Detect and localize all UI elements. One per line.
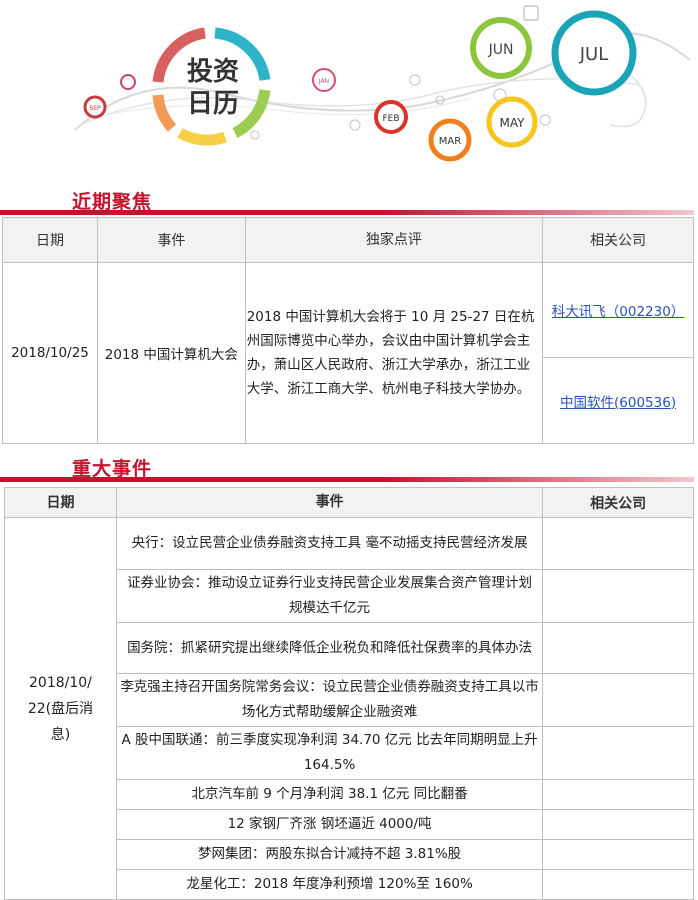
major-date-line: 2018/10/ xyxy=(29,674,92,691)
company-cell xyxy=(542,839,694,870)
company-cell: 科大讯飞（002230） xyxy=(542,262,694,358)
company-cell: 中国软件(600536) xyxy=(542,357,694,444)
svg-text:MAR: MAR xyxy=(439,136,461,147)
company-cell xyxy=(542,809,694,840)
event-cell: 北京汽车前 9 个月净利润 38.1 亿元 同比翻番 xyxy=(115,779,544,810)
major-date: 2018/10/ 22(盘后消 息) xyxy=(4,517,117,900)
event-cell: 梦网集团：两股东拟合计减持不超 3.81%股 xyxy=(115,839,544,870)
company-cell xyxy=(542,569,694,623)
focus-section-header: 近期聚焦 xyxy=(0,185,698,215)
month-sep: SEP xyxy=(83,95,107,119)
company-cell xyxy=(542,869,694,900)
svg-text:JUL: JUL xyxy=(579,44,609,65)
svg-text:JUN: JUN xyxy=(488,42,514,58)
table-header-row: 日期 事件 相关公司 xyxy=(4,487,694,518)
event-cell: 央行：设立民营企业债券融资支持工具 毫不动摇支持民营经济发展 xyxy=(115,517,544,570)
company-cell xyxy=(542,622,694,674)
logo-text-line1: 投资 xyxy=(187,57,239,87)
major-date-line: 息) xyxy=(50,726,71,743)
header-event: 事件 xyxy=(115,487,544,518)
focus-table: 日期 事件 独家点评 相关公司 2018/10/25 2018 中国计算机大会 … xyxy=(2,217,694,444)
month-small-bubble xyxy=(120,74,136,90)
month-mar: MAR xyxy=(428,118,472,162)
company-cell xyxy=(542,673,694,727)
header-company: 相关公司 xyxy=(542,217,694,263)
event-cell: 李克强主持召开国务院常务会议：设立民营企业债券融资支持工具以市场化方式帮助缓解企… xyxy=(115,673,544,727)
svg-text:MAY: MAY xyxy=(500,116,526,130)
focus-review: 2018 中国计算机大会将于 10 月 25-27 日在杭州国际博览中心举办，会… xyxy=(244,262,544,444)
svg-text:SEP: SEP xyxy=(89,105,101,112)
company-link-iflytek[interactable]: 科大讯飞（002230） xyxy=(552,304,685,320)
focus-date: 2018/10/25 xyxy=(2,262,98,444)
event-cell: 国务院：抓紧研究提出继续降低企业税负和降低社保费率的具体办法 xyxy=(115,622,544,674)
header-banner: 投资 日历 SEP JAN FEB MAR MAY JUN JUL xyxy=(0,0,698,185)
svg-text:JAN: JAN xyxy=(318,78,329,85)
focus-event: 2018 中国计算机大会 xyxy=(96,262,246,444)
table-row: 2018/10/25 2018 中国计算机大会 2018 中国计算机大会将于 1… xyxy=(2,262,694,444)
company-link-china-software[interactable]: 中国软件(600536) xyxy=(560,395,676,411)
company-cell xyxy=(542,517,694,570)
section-divider xyxy=(0,477,694,482)
section-divider xyxy=(0,210,694,215)
event-cell: 证券业协会：推动设立证券行业支持民营企业发展集合资产管理计划 规模达千亿元 xyxy=(115,569,544,623)
company-cell xyxy=(542,779,694,810)
header-date: 日期 xyxy=(2,217,98,263)
event-cell: A 股中国联通：前三季度实现净利润 34.70 亿元 比去年同期明显上升 164… xyxy=(115,726,544,780)
major-section-header: 重大事件 xyxy=(0,452,698,482)
month-jan: JAN xyxy=(312,68,336,92)
header-company: 相关公司 xyxy=(542,487,694,518)
svg-text:FEB: FEB xyxy=(382,114,399,124)
month-may: MAY xyxy=(486,96,538,148)
major-date-line: 22(盘后消 xyxy=(27,700,94,717)
header-review: 独家点评 xyxy=(244,217,544,263)
month-feb: FEB xyxy=(374,100,408,134)
table-header-row: 日期 事件 独家点评 相关公司 xyxy=(2,217,694,263)
calendar-icon xyxy=(523,5,539,21)
header-event: 事件 xyxy=(96,217,246,263)
event-cell: 龙星化工：2018 年度净利预增 120%至 160% xyxy=(115,869,544,900)
company-cell xyxy=(542,726,694,780)
header-date: 日期 xyxy=(4,487,117,518)
calendar-illustration: 投资 日历 SEP JAN FEB MAR MAY JUN JUL xyxy=(74,5,691,162)
major-events-table: 日期 事件 相关公司 2018/10/ 22(盘后消 息) 央行：设立民营企业债… xyxy=(4,487,694,900)
event-cell: 12 家钢厂齐涨 钢坯逼近 4000/吨 xyxy=(115,809,544,840)
month-jun: JUN xyxy=(470,17,532,79)
table-row: 2018/10/ 22(盘后消 息) 央行：设立民营企业债券融资支持工具 毫不动… xyxy=(4,517,694,900)
logo-text-line2: 日历 xyxy=(187,89,239,119)
month-jul: JUL xyxy=(551,10,637,96)
